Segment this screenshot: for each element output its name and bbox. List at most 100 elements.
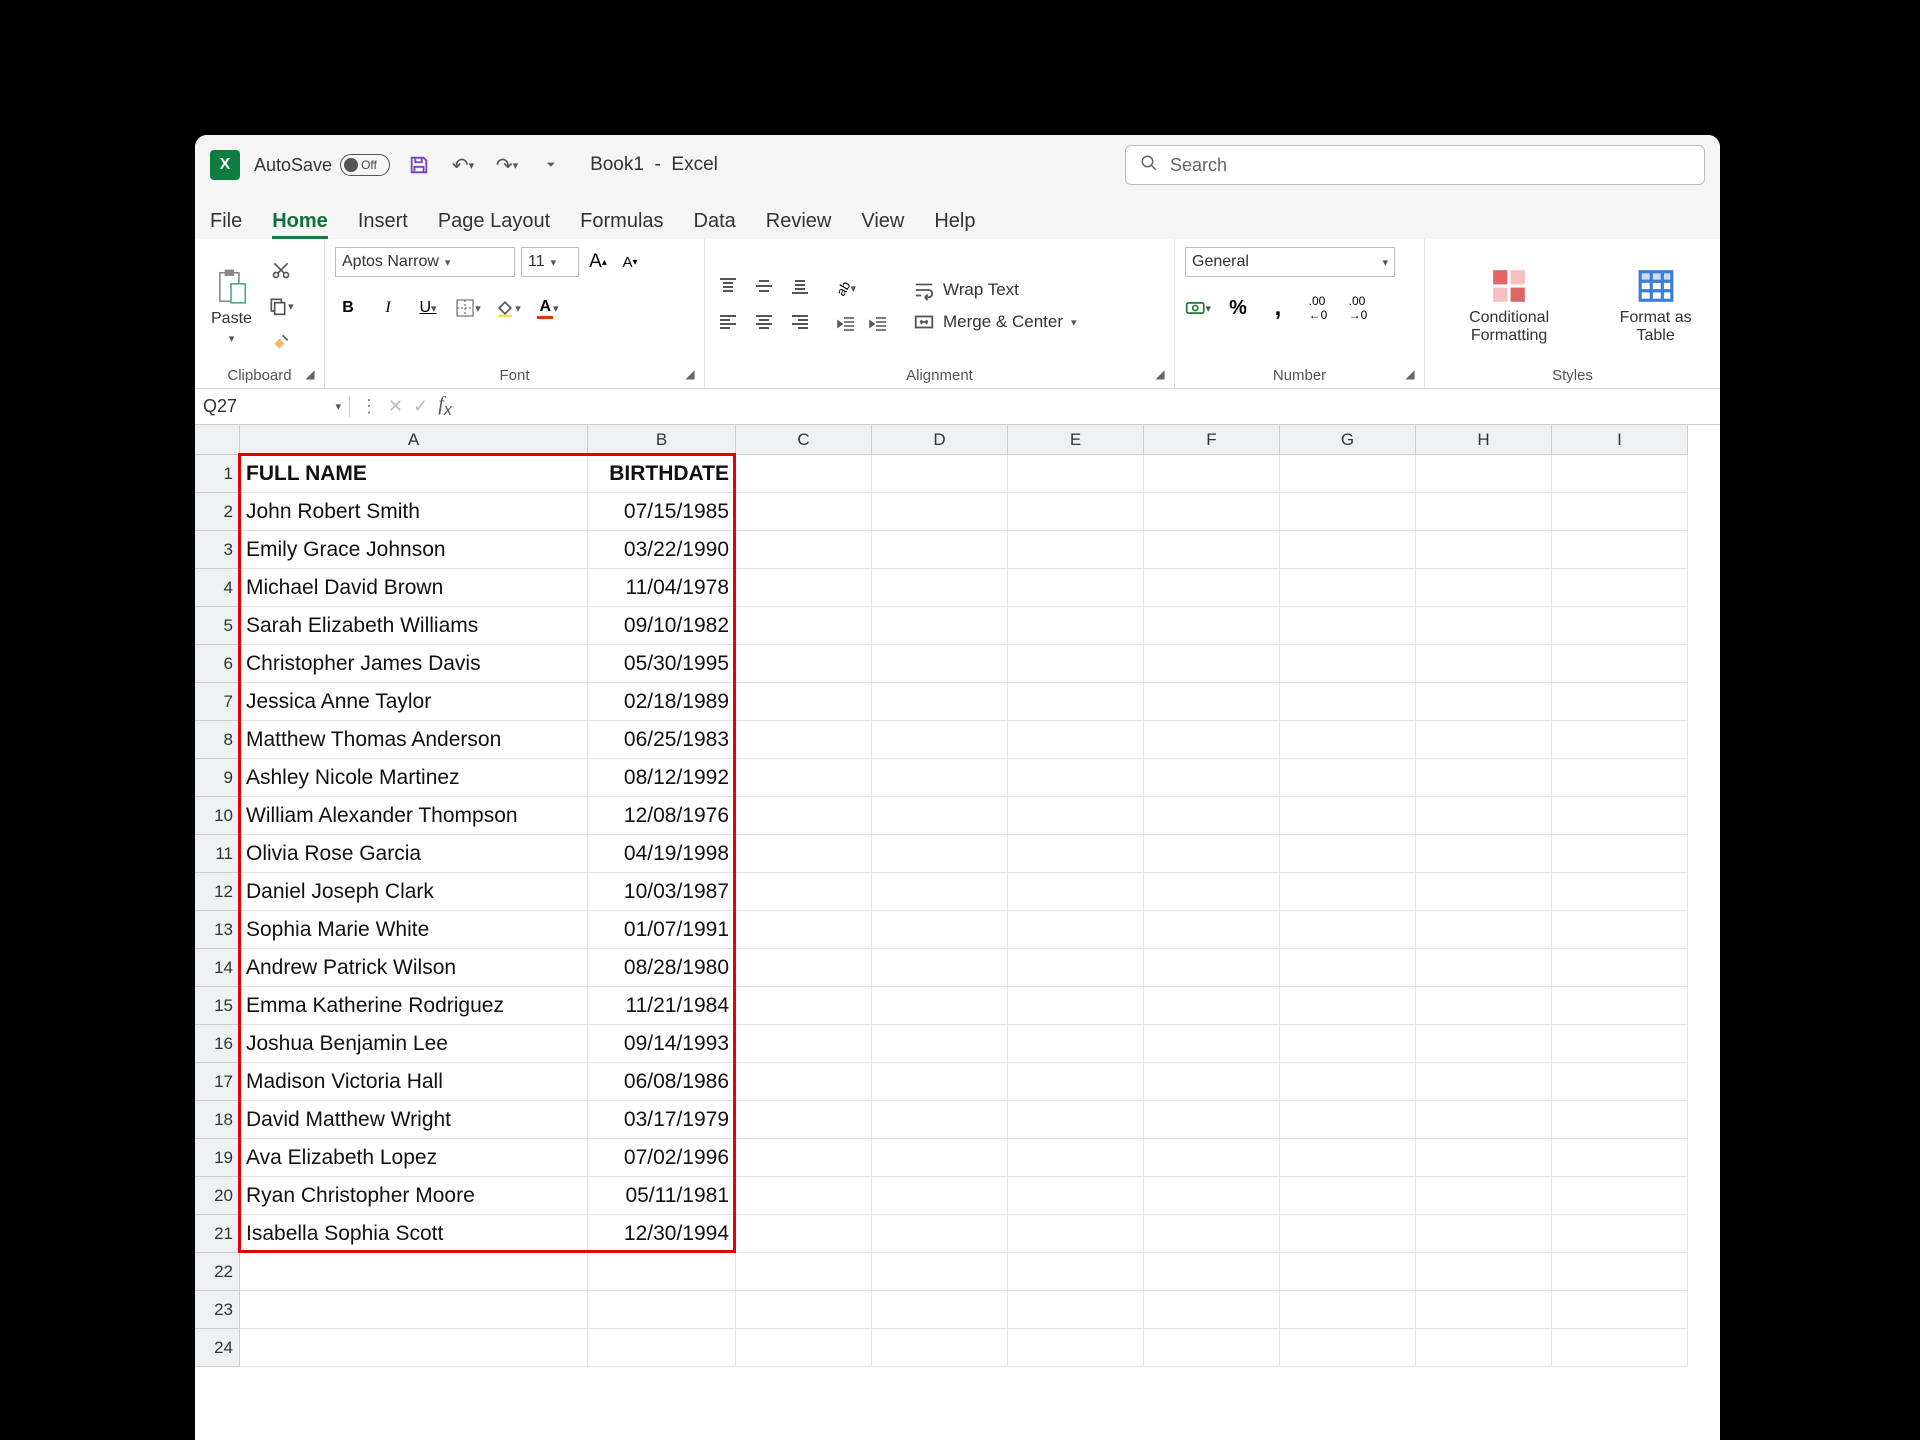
cell-C23[interactable] bbox=[736, 1291, 872, 1329]
cell-I22[interactable] bbox=[1552, 1253, 1688, 1291]
number-format-combo[interactable]: General▾ bbox=[1185, 247, 1395, 277]
cell-G2[interactable] bbox=[1280, 493, 1416, 531]
row-header-6[interactable]: 6 bbox=[195, 645, 240, 683]
row-header-14[interactable]: 14 bbox=[195, 949, 240, 987]
cell-G14[interactable] bbox=[1280, 949, 1416, 987]
cell-E15[interactable] bbox=[1008, 987, 1144, 1025]
cell-B14[interactable]: 08/28/1980 bbox=[588, 949, 736, 987]
cell-E21[interactable] bbox=[1008, 1215, 1144, 1253]
cell-E1[interactable] bbox=[1008, 455, 1144, 493]
cell-C4[interactable] bbox=[736, 569, 872, 607]
cell-H12[interactable] bbox=[1416, 873, 1552, 911]
cell-G6[interactable] bbox=[1280, 645, 1416, 683]
cell-F12[interactable] bbox=[1144, 873, 1280, 911]
cell-G3[interactable] bbox=[1280, 531, 1416, 569]
orientation-button[interactable]: ab▾ bbox=[833, 275, 859, 301]
cell-G22[interactable] bbox=[1280, 1253, 1416, 1291]
tab-home[interactable]: Home bbox=[272, 210, 328, 239]
cell-G1[interactable] bbox=[1280, 455, 1416, 493]
increase-indent-button[interactable] bbox=[865, 311, 891, 337]
column-header-I[interactable]: I bbox=[1552, 425, 1688, 455]
cell-A8[interactable]: Matthew Thomas Anderson bbox=[240, 721, 588, 759]
cell-A2[interactable]: John Robert Smith bbox=[240, 493, 588, 531]
cell-I14[interactable] bbox=[1552, 949, 1688, 987]
cell-C16[interactable] bbox=[736, 1025, 872, 1063]
decrease-font-button[interactable]: A▾ bbox=[617, 249, 643, 275]
cell-E5[interactable] bbox=[1008, 607, 1144, 645]
fx-icon[interactable]: fx bbox=[438, 393, 452, 420]
cell-G4[interactable] bbox=[1280, 569, 1416, 607]
cell-I17[interactable] bbox=[1552, 1063, 1688, 1101]
underline-button[interactable]: U▾ bbox=[415, 295, 441, 321]
row-header-1[interactable]: 1 bbox=[195, 455, 240, 493]
cell-G9[interactable] bbox=[1280, 759, 1416, 797]
cell-H16[interactable] bbox=[1416, 1025, 1552, 1063]
cell-D20[interactable] bbox=[872, 1177, 1008, 1215]
cell-A19[interactable]: Ava Elizabeth Lopez bbox=[240, 1139, 588, 1177]
cell-I24[interactable] bbox=[1552, 1329, 1688, 1367]
cell-B24[interactable] bbox=[588, 1329, 736, 1367]
cell-F14[interactable] bbox=[1144, 949, 1280, 987]
cell-C6[interactable] bbox=[736, 645, 872, 683]
merge-center-button[interactable]: Merge & Center ▾ bbox=[913, 311, 1077, 333]
cell-C19[interactable] bbox=[736, 1139, 872, 1177]
cell-F20[interactable] bbox=[1144, 1177, 1280, 1215]
cell-G18[interactable] bbox=[1280, 1101, 1416, 1139]
cell-H9[interactable] bbox=[1416, 759, 1552, 797]
cell-G11[interactable] bbox=[1280, 835, 1416, 873]
cell-B13[interactable]: 01/07/1991 bbox=[588, 911, 736, 949]
cell-C3[interactable] bbox=[736, 531, 872, 569]
wrap-text-button[interactable]: Wrap Text bbox=[913, 279, 1077, 301]
cell-I1[interactable] bbox=[1552, 455, 1688, 493]
cell-F22[interactable] bbox=[1144, 1253, 1280, 1291]
row-header-9[interactable]: 9 bbox=[195, 759, 240, 797]
cell-D4[interactable] bbox=[872, 569, 1008, 607]
select-all-corner[interactable] bbox=[195, 425, 240, 455]
cell-G21[interactable] bbox=[1280, 1215, 1416, 1253]
cell-I18[interactable] bbox=[1552, 1101, 1688, 1139]
row-header-23[interactable]: 23 bbox=[195, 1291, 240, 1329]
cell-A17[interactable]: Madison Victoria Hall bbox=[240, 1063, 588, 1101]
cell-C2[interactable] bbox=[736, 493, 872, 531]
cell-F10[interactable] bbox=[1144, 797, 1280, 835]
cell-D18[interactable] bbox=[872, 1101, 1008, 1139]
cell-H23[interactable] bbox=[1416, 1291, 1552, 1329]
cell-A3[interactable]: Emily Grace Johnson bbox=[240, 531, 588, 569]
cell-C11[interactable] bbox=[736, 835, 872, 873]
cell-D8[interactable] bbox=[872, 721, 1008, 759]
cell-F19[interactable] bbox=[1144, 1139, 1280, 1177]
cell-H21[interactable] bbox=[1416, 1215, 1552, 1253]
cell-B17[interactable]: 06/08/1986 bbox=[588, 1063, 736, 1101]
cell-E22[interactable] bbox=[1008, 1253, 1144, 1291]
cell-G15[interactable] bbox=[1280, 987, 1416, 1025]
row-header-15[interactable]: 15 bbox=[195, 987, 240, 1025]
cell-H4[interactable] bbox=[1416, 569, 1552, 607]
tab-formulas[interactable]: Formulas bbox=[580, 210, 663, 239]
tab-view[interactable]: View bbox=[861, 210, 904, 239]
cell-E9[interactable] bbox=[1008, 759, 1144, 797]
column-header-B[interactable]: B bbox=[588, 425, 736, 455]
cell-D10[interactable] bbox=[872, 797, 1008, 835]
tab-data[interactable]: Data bbox=[694, 210, 736, 239]
cell-B9[interactable]: 08/12/1992 bbox=[588, 759, 736, 797]
cell-C13[interactable] bbox=[736, 911, 872, 949]
cell-F18[interactable] bbox=[1144, 1101, 1280, 1139]
cell-C9[interactable] bbox=[736, 759, 872, 797]
cell-G16[interactable] bbox=[1280, 1025, 1416, 1063]
cell-H14[interactable] bbox=[1416, 949, 1552, 987]
cell-D5[interactable] bbox=[872, 607, 1008, 645]
cell-C12[interactable] bbox=[736, 873, 872, 911]
cell-E13[interactable] bbox=[1008, 911, 1144, 949]
cell-D16[interactable] bbox=[872, 1025, 1008, 1063]
save-button[interactable] bbox=[404, 150, 434, 180]
cell-I4[interactable] bbox=[1552, 569, 1688, 607]
cell-C18[interactable] bbox=[736, 1101, 872, 1139]
cell-D23[interactable] bbox=[872, 1291, 1008, 1329]
row-header-16[interactable]: 16 bbox=[195, 1025, 240, 1063]
tab-insert[interactable]: Insert bbox=[358, 210, 408, 239]
cell-E10[interactable] bbox=[1008, 797, 1144, 835]
cell-D21[interactable] bbox=[872, 1215, 1008, 1253]
cell-A15[interactable]: Emma Katherine Rodriguez bbox=[240, 987, 588, 1025]
cell-H11[interactable] bbox=[1416, 835, 1552, 873]
cell-I11[interactable] bbox=[1552, 835, 1688, 873]
